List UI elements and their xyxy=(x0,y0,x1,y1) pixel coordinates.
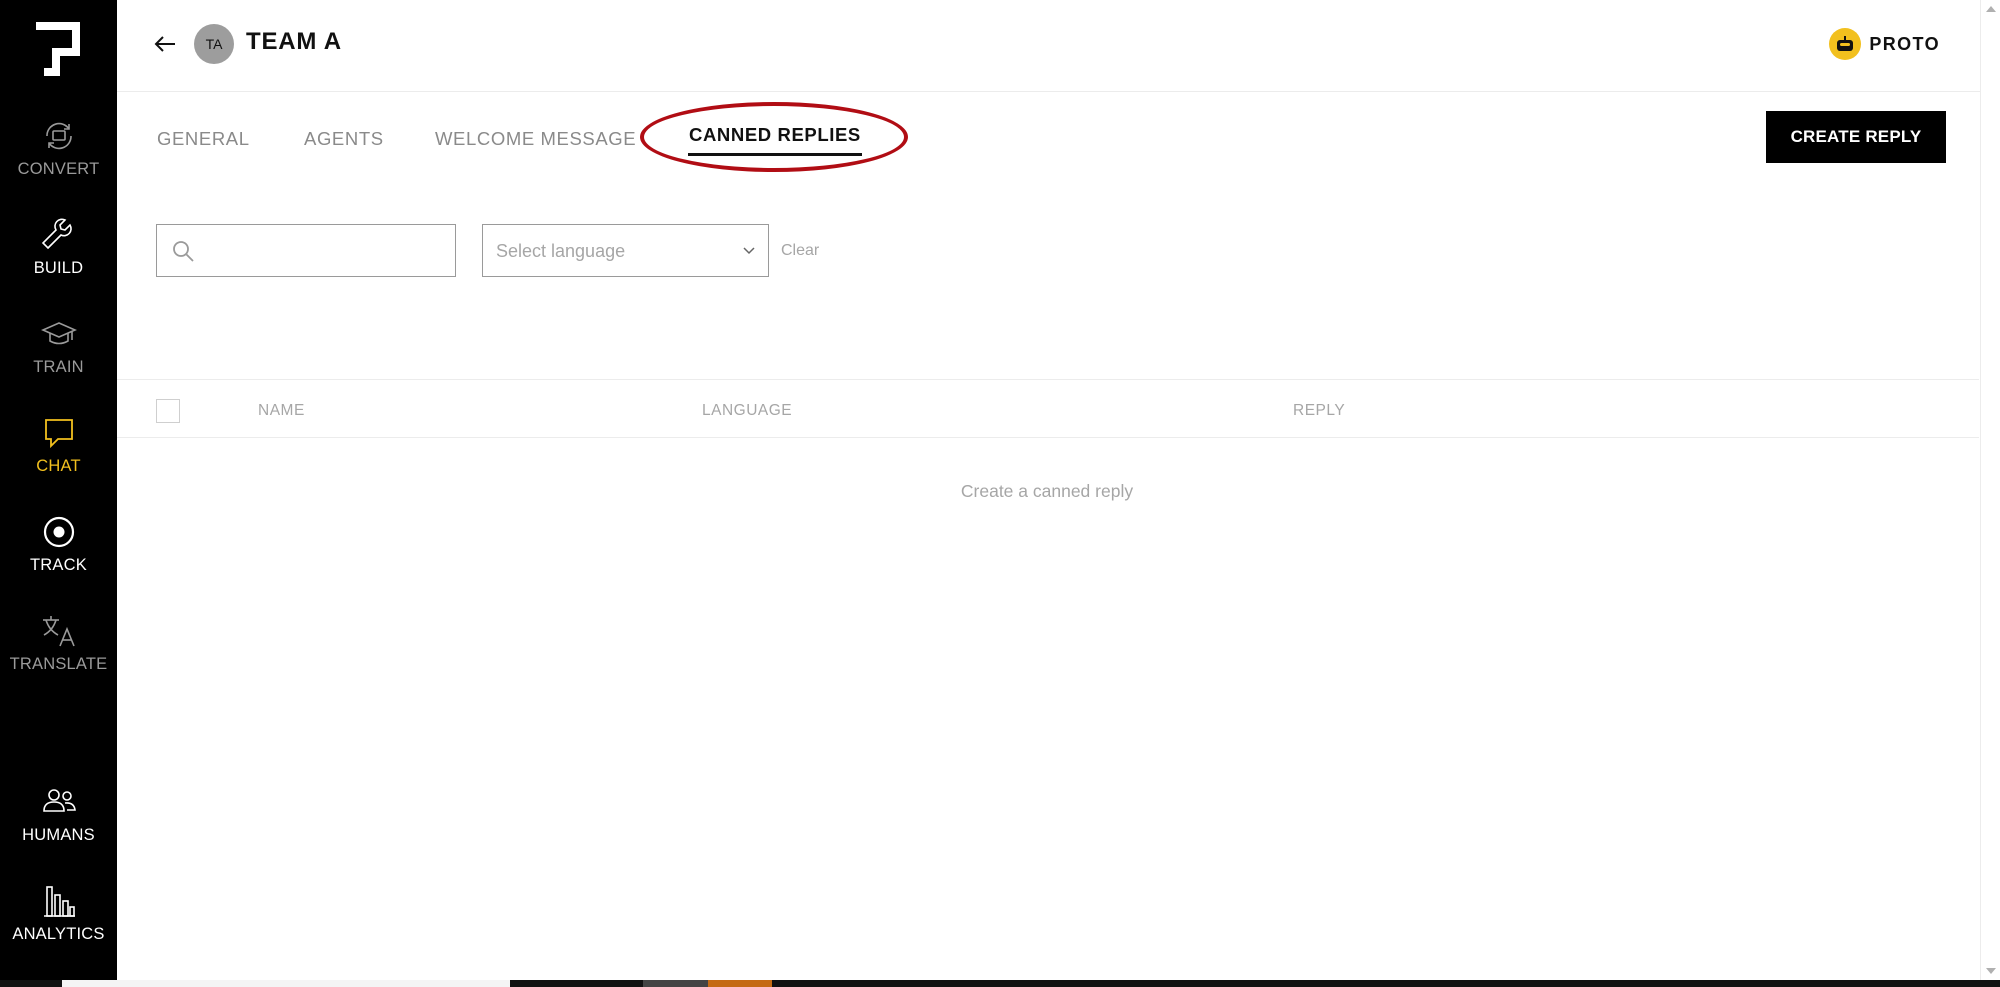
graduation-cap-icon xyxy=(40,322,77,345)
convert-icon xyxy=(45,122,72,150)
search-icon xyxy=(173,241,194,262)
sidebar-item-label: TRANSLATE xyxy=(9,655,108,673)
sidebar-item-label: HUMANS xyxy=(22,826,95,844)
sidebar-item-build[interactable]: BUILD xyxy=(0,215,117,278)
top-header: TA TEAM A PROTO xyxy=(117,0,1980,92)
sidebar-item-track[interactable]: TRACK xyxy=(0,512,117,575)
sidebar-item-convert[interactable]: CONVERT xyxy=(0,116,117,179)
sidebar-item-translate[interactable]: TRANSLATE xyxy=(0,611,117,674)
taskbar-segment xyxy=(708,980,772,987)
table-header: NAME LANGUAGE REPLY xyxy=(117,379,1979,438)
tab-welcome-message[interactable]: WELCOME MESSAGE xyxy=(435,128,636,150)
sidebar-item-label: ANALYTICS xyxy=(12,925,105,943)
sidebar-item-humans[interactable]: HUMANS xyxy=(0,782,117,845)
bottom-taskbar-strip xyxy=(0,980,2000,987)
account-menu[interactable]: PROTO xyxy=(1829,28,1940,60)
chevron-down-icon xyxy=(743,247,755,255)
taskbar-segment xyxy=(62,980,510,987)
brand-logo[interactable] xyxy=(36,22,80,76)
select-all-checkbox[interactable] xyxy=(156,399,180,423)
sidebar-item-analytics[interactable]: ANALYTICS xyxy=(0,881,117,944)
create-reply-button[interactable]: CREATE REPLY xyxy=(1766,111,1946,163)
page-title: TEAM A xyxy=(246,28,342,55)
account-name: PROTO xyxy=(1869,33,1940,54)
sidebar-item-train[interactable]: TRAIN xyxy=(0,314,117,377)
sidebar-item-chat[interactable]: CHAT xyxy=(0,413,117,476)
tab-canned-replies[interactable]: CANNED REPLIES xyxy=(689,124,861,146)
sidebar-item-label: TRAIN xyxy=(33,358,84,376)
sidebar-item-label: CHAT xyxy=(36,457,81,475)
bar-chart-icon xyxy=(43,886,75,917)
sidebar-item-label: CONVERT xyxy=(17,160,100,178)
language-select-placeholder: Select language xyxy=(496,241,626,261)
scroll-up-arrow-icon[interactable] xyxy=(1986,6,1996,12)
back-button[interactable] xyxy=(151,30,179,58)
clear-filters-link[interactable]: Clear xyxy=(781,242,819,260)
column-header-name[interactable]: NAME xyxy=(258,402,305,420)
robot-icon xyxy=(1829,28,1862,60)
chat-bubble-icon xyxy=(44,419,73,449)
wrench-icon xyxy=(41,218,72,250)
vertical-scrollbar[interactable] xyxy=(1980,0,2000,980)
language-select[interactable]: Select language xyxy=(482,224,769,277)
search-field[interactable] xyxy=(156,224,456,277)
team-avatar: TA xyxy=(194,24,234,64)
tab-agents[interactable]: AGENTS xyxy=(304,128,384,150)
column-header-language[interactable]: LANGUAGE xyxy=(702,402,792,420)
taskbar-segment xyxy=(643,980,708,987)
scroll-down-arrow-icon[interactable] xyxy=(1986,968,1996,974)
active-tab-indicator xyxy=(688,153,862,156)
tab-general[interactable]: GENERAL xyxy=(157,128,250,150)
people-icon xyxy=(42,789,76,812)
sidebar-item-label: BUILD xyxy=(33,259,84,277)
target-icon xyxy=(43,516,74,548)
sidebar-item-label: TRACK xyxy=(30,556,87,574)
empty-state-message: Create a canned reply xyxy=(960,481,1134,501)
column-header-reply[interactable]: REPLY xyxy=(1293,402,1345,420)
translate-icon xyxy=(42,616,75,647)
search-input[interactable] xyxy=(205,233,445,269)
